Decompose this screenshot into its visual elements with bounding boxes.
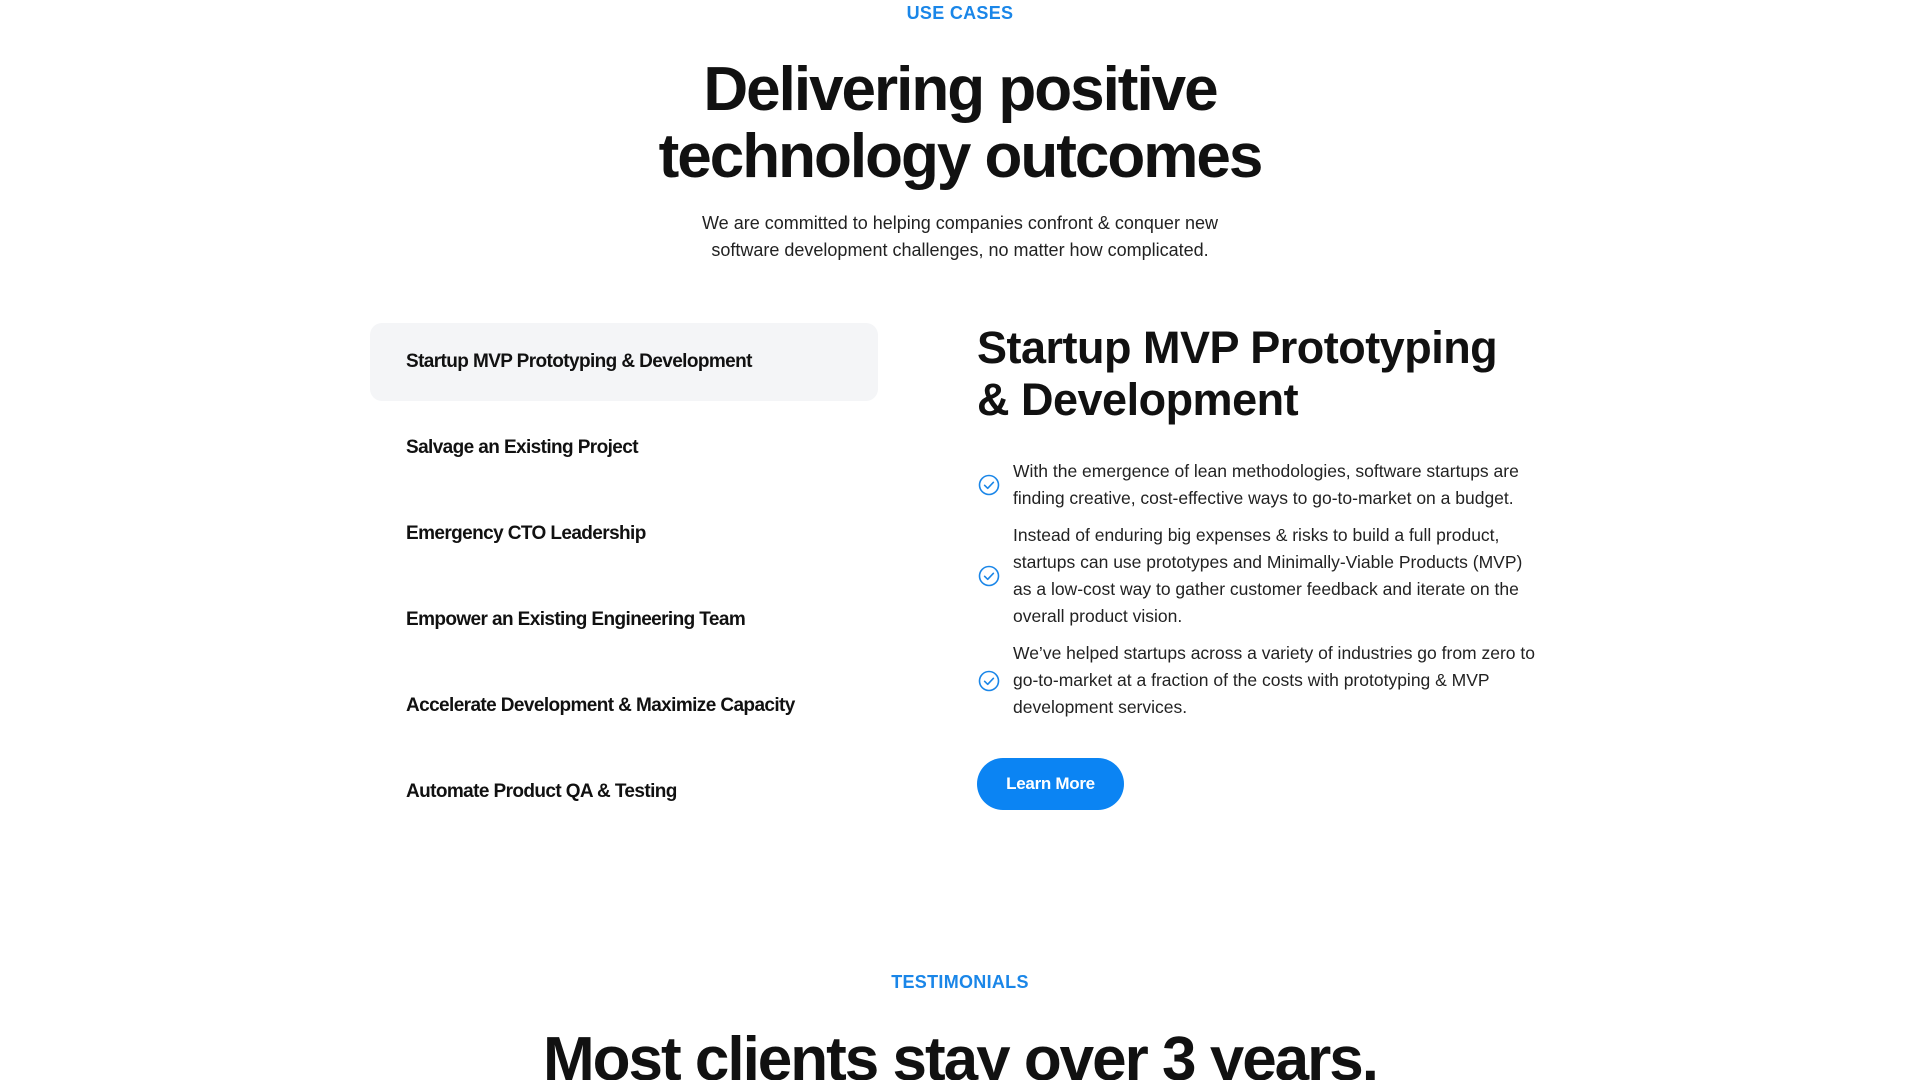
subheading-line: software development challenges, no matt… [711,240,1209,260]
list-item: Instead of enduring big expenses & risks… [977,522,1567,630]
bullet-line: overall product vision. [1013,606,1183,626]
tab-salvage-project[interactable]: Salvage an Existing Project [370,409,878,487]
tab-empower-team[interactable]: Empower an Existing Engineering Team [370,581,878,659]
use-cases-heading: Delivering positive technology outcomes [0,56,1920,190]
check-circle-icon [978,474,1000,496]
tab-label: Startup MVP Prototyping & Development [406,351,752,372]
check-circle-icon [978,670,1000,691]
tab-label: Automate Product QA & Testing [406,781,677,802]
subheading-line: We are committed to helping companies co… [702,213,1218,233]
bullet-text: We’ve helped startups across a variety o… [1013,640,1535,721]
list-item: With the emergence of lean methodologies… [977,458,1567,512]
tab-label: Accelerate Development & Maximize Capaci… [406,695,795,716]
tab-emergency-cto[interactable]: Emergency CTO Leadership [370,495,878,573]
heading-line: technology outcomes [658,122,1264,191]
testimonials-eyebrow: TESTIMONIALS [891,972,1029,992]
use-case-tab-list: Startup MVP Prototyping & Development Sa… [370,323,878,839]
tab-label: Emergency CTO Leadership [406,523,646,544]
tab-label: Salvage an Existing Project [406,437,639,458]
bullet-line: development services. [1013,697,1188,717]
heading-line: Delivering positive [703,55,1218,124]
bullet-line: startups can use prototypes and Minimall… [1013,552,1523,572]
page: USE CASES Delivering positive technology… [0,0,1920,1080]
bullet-line: Instead of enduring big expenses & risks… [1013,525,1500,545]
use-cases-eyebrow: USE CASES [906,3,1014,23]
use-case-detail-panel: Startup MVP Prototyping & Development Wi… [977,322,1567,810]
check-circle-icon [978,565,1000,587]
bullet-line: go-to-market at a fraction of the costs … [1013,670,1490,690]
detail-title-line: & Development [977,374,1299,425]
bullet-line: finding creative, cost-effective ways to… [1013,488,1514,508]
tab-startup-mvp[interactable]: Startup MVP Prototyping & Development [370,323,878,401]
detail-bullet-list: With the emergence of lean methodologies… [977,458,1567,731]
detail-title-line: Startup MVP Prototyping [977,322,1498,373]
use-cases-subheading: We are committed to helping companies co… [0,210,1920,264]
bullet-text: Instead of enduring big expenses & risks… [1013,522,1522,630]
list-item: We’ve helped startups across a variety o… [977,640,1567,721]
bullet-line: With the emergence of lean methodologies… [1013,461,1519,481]
tab-automate-qa[interactable]: Automate Product QA & Testing [370,753,878,831]
tab-label: Empower an Existing Engineering Team [406,609,746,630]
testimonials-heading: Most clients stay over 3 years. [542,1025,1379,1080]
bullet-line: We’ve helped startups across a variety o… [1013,643,1536,663]
tab-accelerate-development[interactable]: Accelerate Development & Maximize Capaci… [370,667,878,745]
learn-more-button[interactable]: Learn More [977,758,1124,810]
bullet-line: as a low-cost way to gather customer fee… [1013,579,1519,599]
bullet-text: With the emergence of lean methodologies… [1013,458,1519,512]
detail-title: Startup MVP Prototyping & Development [977,322,1567,426]
